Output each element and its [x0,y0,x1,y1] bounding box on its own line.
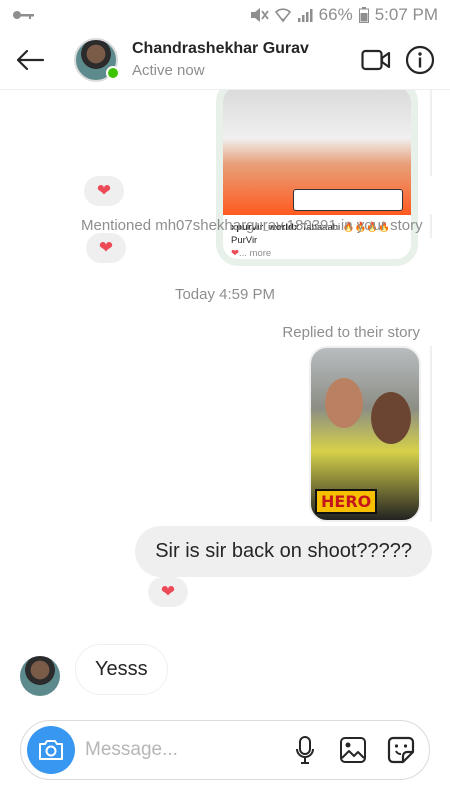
arrow-left-icon [16,49,45,70]
sticker-icon [387,736,415,764]
heart-icon: ❤ [98,238,114,257]
story-thumbnail[interactable]: HERO [309,346,421,522]
contact-name: Chandrashekhar Gurav [132,40,309,57]
online-indicator [106,65,120,80]
thread-divider [430,346,432,522]
key-icon [12,9,36,21]
battery-icon [358,7,369,23]
sender-avatar[interactable] [20,656,60,696]
timestamp: Today 4:59 PM [174,286,276,303]
chat-header: Chandrashekhar Gurav Active now [0,30,450,90]
mention-notice: Mentioned mh07shekhargurav.180391 in you… [81,217,423,234]
outgoing-message[interactable]: Sir is sir back on shoot????? [135,526,432,577]
wifi-icon [274,7,291,23]
heart-reaction[interactable]: ❤ [148,577,188,607]
heart-icon: ❤ [160,582,176,601]
status-bar: 66% 5:07 PM [0,0,450,30]
back-button[interactable] [0,30,60,90]
heart-icon: ❤ [96,181,112,200]
gallery-button[interactable] [331,728,375,772]
mute-icon [249,7,269,23]
camera-button[interactable] [27,726,75,774]
message-input[interactable] [85,739,279,761]
heart-icon: ❤ [231,248,239,259]
replied-label: Replied to their story [282,324,420,341]
story-person [325,378,363,428]
sticker-button[interactable] [379,728,423,772]
video-call-icon [361,49,391,70]
battery-percent: 66% [318,5,353,24]
microphone-button[interactable] [283,728,327,772]
message-composer [20,720,430,780]
shared-post[interactable]: xpurvir_worldx Tabaaahi 🔥🔥🔥🔥 PurVir ❤...… [216,90,418,266]
video-call-button[interactable] [354,38,398,82]
incoming-message[interactable]: Yesss [75,644,168,695]
message-thread[interactable]: xpurvir_worldx Tabaaahi 🔥🔥🔥🔥 PurVir ❤...… [0,90,450,710]
gallery-icon [340,737,366,763]
contact-info[interactable]: Chandrashekhar Gurav Active now [132,40,354,79]
signal-icon [297,7,313,23]
microphone-icon [296,736,314,764]
heart-reaction[interactable]: ❤ [84,176,124,206]
info-icon [405,45,435,74]
post-image [223,90,411,215]
thread-divider [430,90,432,176]
more-link[interactable]: more [250,248,272,259]
story-person [371,392,411,444]
header-avatar[interactable] [74,37,120,82]
camera-icon [39,740,63,760]
story-badge: HERO [315,489,378,514]
active-status: Active now [132,62,205,79]
clock: 5:07 PM [374,5,438,24]
thread-divider [430,214,432,238]
heart-reaction[interactable]: ❤ [86,233,126,263]
info-button[interactable] [398,38,442,82]
